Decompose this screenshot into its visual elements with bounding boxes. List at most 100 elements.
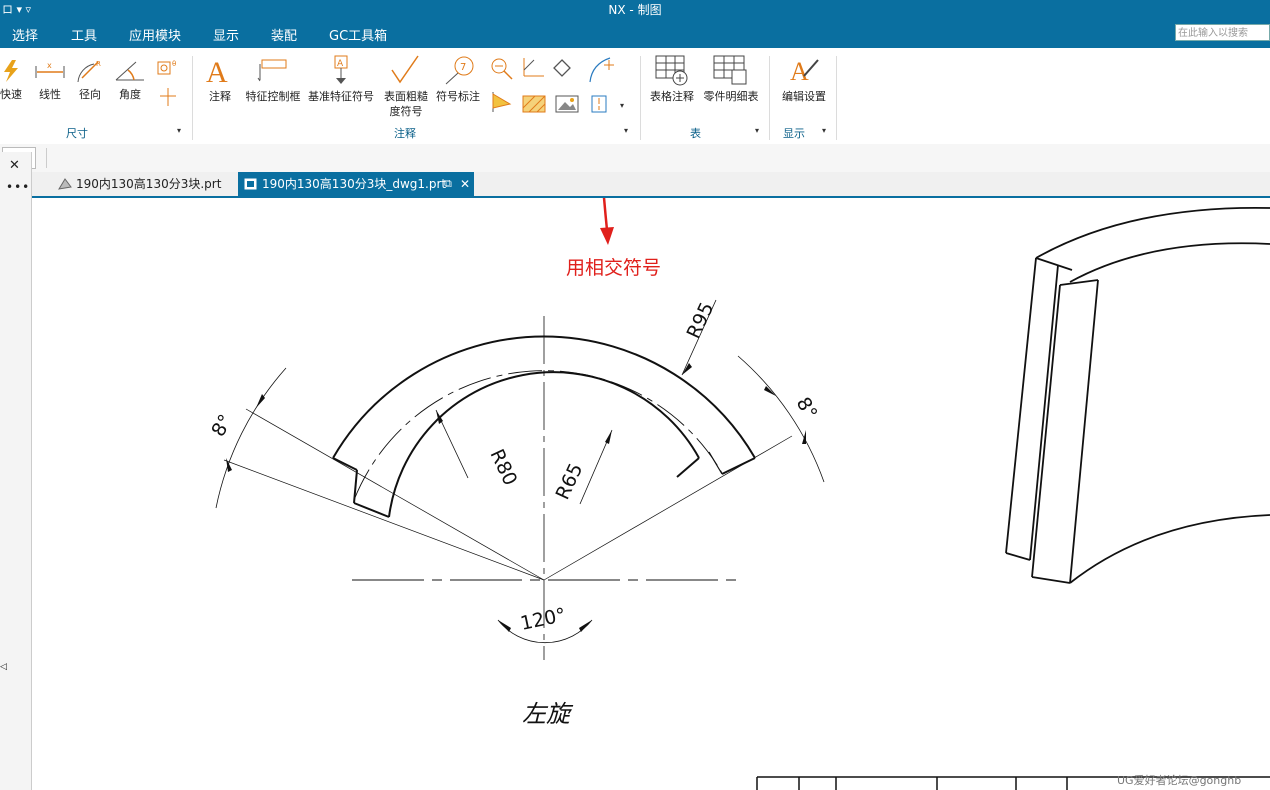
tab-part-model-label: 190内130高130分3块.prt (76, 177, 222, 191)
edit-settings-button[interactable]: A 编辑设置 (778, 54, 830, 104)
end-wall (676, 457, 700, 478)
lightning-icon (4, 60, 18, 82)
annotation-group-label: 注释 (394, 127, 416, 140)
parts-list-button[interactable]: 零件明细表 (702, 54, 760, 104)
radial-dimension-label: 径向 (79, 88, 101, 101)
selection-bar (0, 144, 1270, 173)
isometric-view (1005, 206, 1270, 584)
rapid-dimension-button[interactable]: 快速 (0, 58, 22, 102)
dimension-more-icons[interactable]: θ (156, 56, 184, 116)
linear-dimension-label: 线性 (39, 88, 61, 101)
drawing-sheet: R95 R80 R65 8° 8° 120° 左旋 (207, 198, 1270, 790)
part-model-icon (58, 178, 72, 190)
collapse-arrow-icon[interactable]: ◁ (0, 662, 7, 672)
arrowheads (226, 363, 806, 632)
balloon-icon: 7 (445, 56, 474, 85)
annotation-more-dropdown[interactable]: ▾ (620, 101, 624, 110)
linear-dimension-icon: x (35, 61, 65, 78)
tab-drawing-label: 190内130高130分3块_dwg1.prt (262, 177, 447, 191)
rapid-dimension-label: 快速 (0, 88, 22, 101)
menu-assembly[interactable]: 装配 (271, 25, 297, 44)
watermark: UG爱好者论坛@gonghb (1117, 774, 1242, 787)
angular-dimension-label: 角度 (119, 88, 141, 101)
dim-r80[interactable]: R80 (485, 446, 521, 489)
dimension-group-dropdown[interactable]: ▾ (177, 126, 181, 135)
mid-arc (353, 370, 723, 501)
datum-feature-label: 基准特征符号 (308, 90, 374, 103)
surface-finish-icon (391, 55, 419, 84)
menu-application[interactable]: 应用模块 (129, 25, 181, 44)
edit-settings-icon: A (790, 57, 819, 86)
red-annotation-text: 用相交符号 (566, 257, 662, 279)
document-tab-bar: 190内130高130分3块.prt 190内130高130分3块_dwg1.p… (32, 172, 1270, 198)
table-group-label: 表 (690, 127, 701, 140)
tab-close-icon[interactable]: ✕ (460, 172, 470, 196)
end-wall (332, 457, 358, 471)
display-group-dropdown[interactable]: ▾ (822, 126, 826, 135)
menu-tools[interactable]: 工具 (71, 25, 97, 44)
datum-feature-icon: A (334, 55, 348, 84)
red-annotation-overlay (600, 198, 614, 245)
toolbar-separator (46, 148, 47, 168)
menu-select[interactable]: 选择 (12, 25, 38, 44)
svg-text:A: A (206, 56, 228, 86)
end-wall (353, 469, 358, 504)
linear-dimension-button[interactable]: x 线性 (34, 58, 66, 102)
dim-angle-right[interactable]: 8° (792, 394, 822, 424)
radial-line (223, 459, 545, 581)
more-icon[interactable]: ••• (6, 180, 30, 194)
diamond-icon[interactable] (553, 59, 571, 77)
tab-part-model[interactable]: 190内130高130分3块.prt (52, 172, 252, 196)
menu-bar: 选择 工具 应用模块 显示 装配 GC工具箱 在此输入以搜索 (0, 18, 1270, 48)
image-icon[interactable] (555, 95, 579, 113)
angle-icon (115, 61, 144, 81)
angle-corner-icon[interactable] (523, 58, 544, 77)
radial-dimension-icon: R (77, 60, 101, 83)
parts-list-icon (713, 55, 747, 85)
svg-text:7: 7 (460, 62, 466, 73)
tabular-note-button[interactable]: 表格注释 (646, 54, 698, 104)
note-button[interactable]: A 注释 (202, 54, 238, 104)
magnify-icon[interactable] (491, 58, 513, 80)
letter-a-icon: A (206, 56, 228, 89)
annotation-small-tools: ▾ (491, 57, 624, 113)
table-group-dropdown[interactable]: ▾ (755, 126, 759, 135)
dim-r65[interactable]: R65 (552, 460, 588, 503)
feature-control-frame-icon (257, 59, 287, 82)
ribbon: 快速 x 线性 R 径向 角度 θ 尺寸 ▾ A 注释 特征控制框 A 基准特征… (0, 48, 1270, 145)
pointer-arrow (602, 198, 609, 231)
surface-finish-button[interactable]: 表面粗糙 度符号 (380, 54, 432, 119)
display-group-label: 显示 (783, 127, 805, 140)
drawing-note[interactable]: 左旋 (522, 700, 574, 728)
menu-gc-toolkit[interactable]: GC工具箱 (329, 25, 387, 44)
centerline-icon[interactable] (591, 95, 607, 113)
flag-icon[interactable] (492, 92, 512, 112)
radial-dimension-button[interactable]: R 径向 (74, 58, 106, 102)
feature-control-frame-button[interactable]: 特征控制框 (244, 54, 302, 104)
close-icon[interactable]: ✕ (9, 158, 20, 173)
menu-view[interactable]: 显示 (213, 25, 239, 44)
edit-settings-label: 编辑设置 (782, 90, 826, 103)
balloon-button[interactable]: 7 符号标注 (432, 54, 484, 104)
window-title: NX - 制图 (608, 3, 662, 17)
intersection-symbol-icon[interactable] (589, 57, 614, 83)
svg-text:A: A (790, 57, 809, 86)
surface-finish-label-1: 表面粗糙 (384, 90, 428, 103)
dim-angle-bottom[interactable]: 120° (518, 604, 567, 635)
annotation-group-dropdown[interactable]: ▾ (624, 126, 628, 135)
drawing-canvas[interactable]: R95 R80 R65 8° 8° 120° 左旋 (32, 198, 1270, 790)
surface-finish-label-2: 度符号 (389, 105, 423, 118)
datum-feature-button[interactable]: A 基准特征符号 (306, 54, 376, 104)
angular-dimension-button[interactable]: 角度 (112, 58, 148, 102)
title-bar: ロ ▾ ▿ NX - 制图 (0, 0, 1270, 18)
tab-pop-out-icon[interactable]: ⧉ (444, 172, 452, 196)
search-input[interactable]: 在此输入以搜索 (1175, 24, 1270, 41)
end-wall (708, 451, 723, 475)
dim-r95[interactable]: R95 (683, 299, 719, 342)
parts-list-label: 零件明细表 (703, 90, 759, 103)
hatch-icon[interactable] (522, 95, 546, 113)
tab-drawing[interactable]: 190内130高130分3块_dwg1.prt ⧉ ✕ (238, 172, 474, 196)
svg-text:x: x (47, 61, 52, 70)
svg-text:R: R (96, 60, 101, 68)
dim-angle-left[interactable]: 8° (207, 411, 237, 441)
